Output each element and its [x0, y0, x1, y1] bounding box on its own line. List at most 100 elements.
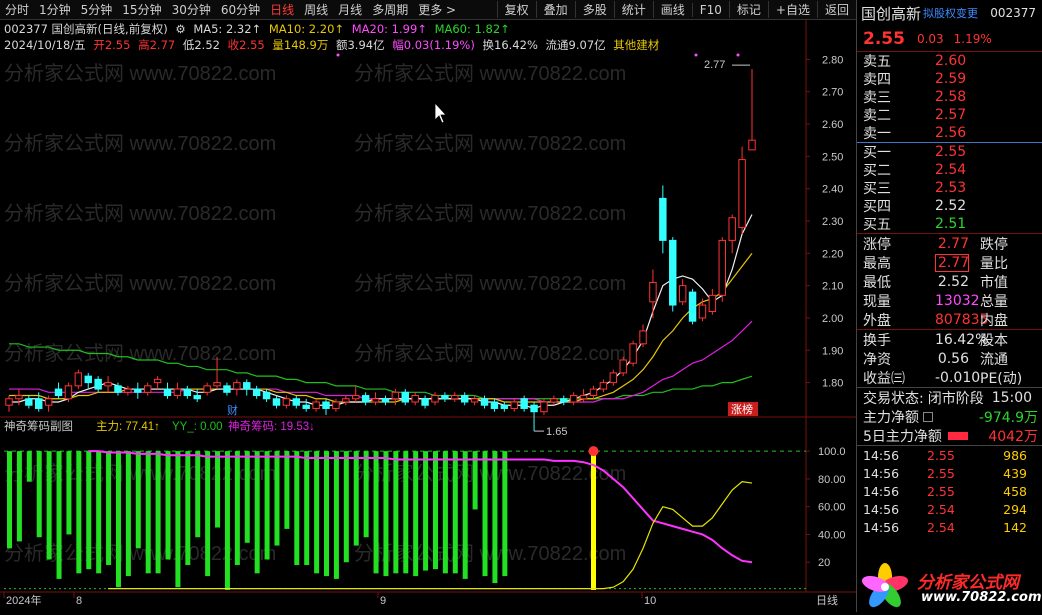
sell-price: 2.57 — [935, 107, 967, 123]
sell-row[interactable]: 卖一 2.56 — [857, 124, 1042, 142]
pinwheel-logo-icon — [862, 563, 908, 608]
flow-checkbox-icon[interactable] — [923, 411, 933, 422]
green-bar — [324, 451, 330, 577]
event-tag[interactable]: 拟股权变更 — [923, 5, 978, 21]
stat-value: 16.42% — [935, 331, 989, 348]
candle-body — [54, 388, 63, 397]
stat-label-2: 内盘 — [980, 312, 1008, 329]
candle-body — [114, 385, 122, 393]
stat-label: 最高 — [863, 255, 891, 272]
event-dot — [736, 53, 740, 57]
candle-body — [233, 382, 241, 390]
buy-row[interactable]: 买三 2.53 — [857, 179, 1042, 197]
candle-body — [401, 391, 409, 403]
sell-row[interactable]: 卖四 2.59 — [857, 70, 1042, 88]
buy-row[interactable]: 买二 2.54 — [857, 161, 1042, 179]
signal-dot — [588, 446, 599, 457]
tick-time: 14:56 — [863, 501, 900, 517]
candle-body — [599, 382, 608, 390]
five-day-flow-label: 5日主力净额 — [863, 428, 942, 445]
green-bar — [76, 451, 82, 574]
candle-body — [44, 398, 53, 406]
tick-row: 14:56 2.54 294 — [857, 500, 1042, 518]
candle-body — [708, 294, 717, 313]
watermark-text: 分析家公式网 www.70822.com — [354, 132, 626, 155]
kline-chart[interactable]: 分析家公式网 www.70822.com 分析家公式网 www.70822.com… — [0, 0, 856, 612]
candle-body — [470, 398, 479, 403]
green-bar — [423, 451, 429, 571]
candle-body — [738, 159, 746, 228]
x-tick-label: 9 — [380, 595, 386, 607]
green-bar — [502, 451, 508, 577]
candle-body — [629, 343, 637, 364]
stock-code: 002377 — [990, 6, 1036, 20]
buy-row[interactable]: 买一 2.55 — [857, 143, 1042, 161]
quote-stat-row: 最高 2.77 量比 — [857, 253, 1042, 272]
sub-tick-label: 100.0 — [818, 446, 846, 458]
candle-body — [5, 398, 13, 406]
sell-row[interactable]: 卖五 2.60 — [857, 52, 1042, 70]
sub-tick-label: 20 — [818, 557, 830, 569]
buy-label: 买一 — [863, 145, 891, 161]
mouse-cursor-icon — [434, 101, 447, 124]
chouma-legend: 神奇筹码: 19.53↓ — [228, 419, 315, 433]
candle-body — [688, 291, 697, 322]
green-bar — [66, 451, 72, 535]
green-bar — [264, 451, 270, 560]
green-bar — [413, 451, 419, 577]
green-bar — [145, 451, 151, 574]
stat-label: 现量 — [863, 293, 891, 310]
candle-body — [361, 395, 370, 403]
green-bar — [383, 451, 389, 577]
candles — [5, 69, 756, 432]
green-bar — [274, 451, 280, 546]
candle-body — [104, 382, 112, 387]
candle-body — [480, 398, 489, 406]
tick-price: 2.55 — [927, 447, 955, 463]
candle-body — [619, 359, 627, 374]
site-logo: 分析家公式网 www.70822.com — [857, 562, 1042, 612]
candle-body — [282, 398, 291, 406]
buy-row[interactable]: 买四 2.52 — [857, 197, 1042, 215]
candle-body — [143, 385, 152, 393]
candle-body — [322, 401, 330, 409]
stat-label-2: 跌停 — [980, 236, 1008, 253]
green-bar — [452, 451, 458, 574]
sell-row[interactable]: 卖三 2.58 — [857, 88, 1042, 106]
green-bar — [56, 451, 62, 579]
green-bar — [215, 451, 221, 528]
logo-url: www.70822.com — [921, 590, 1042, 605]
tick-price: 2.54 — [927, 501, 955, 517]
green-bar — [185, 451, 191, 565]
candle-body — [223, 385, 231, 393]
buy-label: 买五 — [863, 217, 891, 233]
candle-body — [292, 398, 301, 406]
y-tick-label: 1.80 — [822, 378, 843, 390]
stat-value: -0.010 — [935, 369, 981, 386]
buy-price: 2.53 — [935, 180, 967, 196]
stat-label: 净资 — [863, 351, 891, 368]
green-bar — [254, 451, 260, 574]
candle-body — [352, 395, 360, 400]
candle-body — [441, 395, 449, 400]
buy-row[interactable]: 买五 2.51 — [857, 215, 1042, 233]
watermark-text: 分析家公式网 www.70822.com — [354, 202, 626, 225]
zhuli-line — [108, 481, 753, 590]
candle-body — [193, 395, 201, 400]
min-price-label: 1.65 — [546, 426, 567, 438]
tick-time: 14:56 — [863, 465, 900, 481]
ma-lines — [9, 214, 753, 410]
tick-volume: 294 — [1003, 501, 1027, 517]
x-tick-label: 8 — [76, 595, 82, 607]
sell-orders: 卖五 2.60 卖四 2.59 卖三 2.58 卖二 2.57 卖一 2.56 — [857, 52, 1042, 142]
candle-body — [134, 388, 142, 393]
candle-body — [520, 398, 528, 409]
watermark-text: 分析家公式网 www.70822.com — [4, 342, 276, 365]
stat-value: 2.77 — [935, 253, 969, 272]
y-tick-label: 1.90 — [822, 345, 843, 357]
sell-row[interactable]: 卖二 2.57 — [857, 106, 1042, 124]
green-bar — [165, 451, 171, 560]
sell-label: 卖三 — [863, 90, 891, 106]
stat-label: 最低 — [863, 274, 891, 291]
candle-body — [500, 404, 509, 409]
